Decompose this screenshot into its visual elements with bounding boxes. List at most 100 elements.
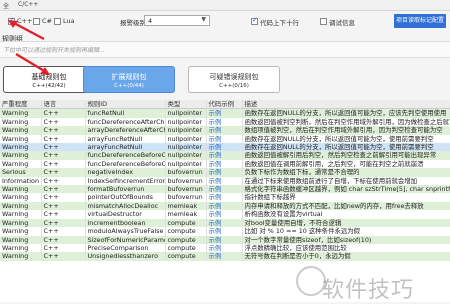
cell-example[interactable]: 示例: [206, 227, 243, 236]
cell-severity: Warning: [0, 151, 42, 160]
cell-rule-id: funcDereferenceBeforeCheck: [85, 159, 166, 169]
cell-severity: Warning: [0, 227, 42, 236]
cell-rule-id: funcRetNull: [85, 108, 166, 118]
header-language[interactable]: 语言: [41, 100, 86, 110]
cell-example[interactable]: 示例: [206, 143, 243, 152]
cell-example[interactable]: 示例: [206, 201, 243, 211]
table-row[interactable]: WarningC++SizeofForNumericParametercompu…: [0, 235, 450, 244]
cell-severity: Warning: [0, 218, 42, 228]
cell-rule-id: PreciseComparison: [85, 243, 166, 253]
cell-description: 函数存在返回NULL的分支，所以返回值可能为空，应该先判空使用使用: [242, 108, 450, 118]
cell-rule-id: funcDereferenceBeforeCheck: [85, 151, 166, 160]
cell-example[interactable]: 示例: [206, 185, 243, 194]
cell-rule-id: incrementboolean: [85, 218, 166, 228]
cell-example[interactable]: 示例: [206, 151, 243, 160]
cell-rule-id: IndexSelfIncrementError: [85, 176, 166, 186]
cell-rule-id: moduloAlwaysTrueFalse: [85, 227, 166, 236]
cell-rule-id: negativeIndex: [85, 168, 166, 177]
cell-type: bufoverrun: [165, 168, 207, 177]
cell-example[interactable]: 示例: [206, 193, 243, 202]
cell-description: 函数存在返回NULL的分支，所以返回值可能为空，使用前需要判空: [242, 143, 450, 152]
cell-rule-id: funcDereferenceAfterCheck: [85, 117, 166, 127]
header-rule-id[interactable]: 规则ID: [85, 100, 166, 110]
table-row[interactable]: Warning C++ incrementboolean compute 示例 对bool…: [0, 218, 450, 228]
cell-type: compute: [165, 252, 207, 261]
table-row[interactable]: Information C++ IndexSelfIncrementError buf…: [0, 176, 450, 186]
table-row[interactable]: WarningC++funcDereferenceBeforeChecknull…: [0, 151, 450, 160]
cell-description: 指针数组下标越界: [242, 193, 450, 202]
table-row[interactable]: Warning C++ formatBufoverrun bufoverrun 示例 格式…: [0, 185, 450, 194]
cell-type: nullpointer: [165, 143, 207, 152]
cell-example[interactable]: 示例: [206, 235, 243, 244]
cell-severity: Serious: [0, 168, 42, 177]
table-row[interactable]: Warning C++ funcRetNull nullpointer 示例 函数存在返回…: [0, 108, 450, 118]
cell-example[interactable]: 示例: [206, 108, 243, 118]
table-row[interactable]: Warning C++ Unsignedlessthanzero compute 示例无…: [0, 252, 450, 261]
cell-type: bufoverrun: [165, 193, 207, 202]
cell-language: C++: [41, 159, 86, 169]
table-row[interactable]: Warning C++ arrayFuncRetNull nullpointer 示例函…: [0, 134, 450, 144]
cell-rule-id: virtualDestructor: [85, 210, 166, 219]
table-row[interactable]: WarningC++funcDereferenceBeforeChecknull…: [0, 159, 450, 169]
table-row[interactable]: Warning C++ pointerOutOfBounds bufoverrun 示例…: [0, 193, 450, 202]
cell-rule-id: arrayFuncRetNull: [85, 143, 166, 152]
cell-description: 负数下标作为数组下标，通常是不合理的: [242, 168, 450, 177]
cell-description: 析构函数没有设置为virtual: [242, 210, 450, 219]
table-row[interactable]: Warning C++ moduloAlwaysTrueFalse compute 示例…: [0, 227, 450, 236]
cell-example[interactable]: 示例: [206, 252, 243, 261]
cell-example[interactable]: 示例: [206, 126, 243, 135]
cell-language: C++: [41, 126, 86, 135]
cell-severity: Information: [0, 176, 42, 186]
cell-severity: Warning: [0, 126, 42, 135]
cell-type: compute: [165, 218, 207, 228]
table-row[interactable]: WarningC++arrayDereferenceAfterChecknull…: [0, 126, 450, 135]
cell-description: 对一个数字常量使用sizeof，比如sizeof(10): [242, 235, 450, 244]
cell-language: C++: [41, 108, 86, 118]
cell-severity: Warning: [0, 159, 42, 169]
cell-type: nullpointer: [165, 126, 207, 135]
cell-description: 比如 对 % 10 == 10 这种条件永远为假: [242, 227, 450, 236]
header-example[interactable]: 代码示例: [206, 100, 243, 110]
rules-table: 严重程度 语言 规则ID 类型 代码示例 描述 Warning C++ funcRe…: [0, 100, 450, 261]
cell-description: 数组项值被判空，然后在判空作用域外解引用，因为判空检查可能为空: [242, 126, 450, 135]
cell-example[interactable]: 示例: [206, 117, 243, 127]
cell-type: nullpointer: [165, 108, 207, 118]
header-description[interactable]: 描述: [242, 100, 450, 110]
cell-example[interactable]: 示例: [206, 218, 243, 228]
cell-example[interactable]: 示例: [206, 134, 243, 144]
cell-type: memleak: [165, 210, 207, 219]
cell-type: memleak: [165, 201, 207, 211]
cell-language: C++: [41, 134, 86, 144]
table-row[interactable]: WarningC++funcDereferenceAfterChecknullp…: [0, 117, 450, 127]
table-row[interactable]: Serious C++ negativeIndex bufoverrun 示例 负数下标作…: [0, 168, 450, 177]
cell-description: 内存申请和释放的方式不匹配，比如new的内存，用free去释放: [242, 201, 450, 211]
table-row[interactable]: Warning C++ PreciseComparison compute 示例 浮点数精…: [0, 243, 450, 253]
table-row[interactable]: Warning C++ arrayFuncRetNull nullpointer 示例函…: [0, 143, 450, 152]
cell-language: C++: [41, 117, 86, 127]
cell-example[interactable]: 示例: [206, 243, 243, 253]
cell-rule-id: pointerOutOfBounds: [85, 193, 166, 202]
cell-language: C++: [41, 193, 86, 202]
cell-example[interactable]: 示例: [206, 168, 243, 177]
cell-description: 函数返回值在调用前解引用，之后判空，可能在判空之前就崩溃: [242, 159, 450, 169]
cell-example[interactable]: 示例: [206, 176, 243, 186]
cell-language: C++: [41, 227, 86, 236]
cell-description: 浮点数精确比较，应该使用范围比较: [242, 243, 450, 253]
table-row[interactable]: Warning C++ virtualDestructor memleak 示例 析构函数…: [0, 210, 450, 219]
header-type[interactable]: 类型: [165, 100, 207, 110]
cell-severity: Warning: [0, 108, 42, 118]
table-header-row: 严重程度 语言 规则ID 类型 代码示例 描述: [0, 100, 450, 110]
cell-example[interactable]: 示例: [206, 159, 243, 169]
header-severity[interactable]: 严重程度: [0, 100, 42, 110]
annotation-arrows: [8, 20, 50, 75]
cell-severity: Warning: [0, 210, 42, 219]
cell-type: nullpointer: [165, 134, 207, 144]
arrow-to-cpp-icon: [8, 20, 45, 41]
cell-language: C++: [41, 176, 86, 186]
cell-severity: Warning: [0, 134, 42, 144]
cell-severity: Warning: [0, 117, 42, 127]
table-row[interactable]: Warning C++ mismatchAllocDealloc memleak 示例内…: [0, 201, 450, 211]
cell-example[interactable]: 示例: [206, 210, 243, 219]
cell-severity: Warning: [0, 235, 42, 244]
cell-description: 函数存在返回NULL的分支，所以返回值可能为空，使用前需要判空: [242, 134, 450, 144]
